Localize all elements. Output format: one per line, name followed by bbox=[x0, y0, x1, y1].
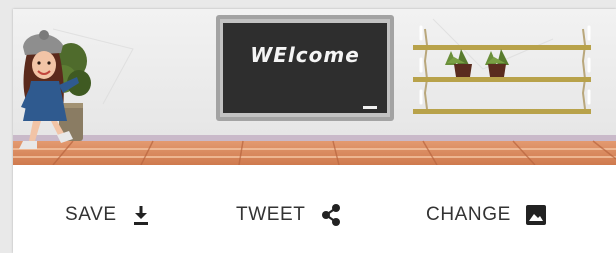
change-label: CHANGE bbox=[426, 204, 511, 225]
action-toolbar: SAVE TWEET CHANGE bbox=[13, 165, 616, 253]
share-icon bbox=[321, 204, 340, 226]
chalkboard bbox=[216, 15, 394, 121]
tweet-label: TWEET bbox=[236, 204, 306, 225]
chalkboard-welcome-text: WElcome bbox=[250, 43, 360, 67]
image-icon bbox=[525, 205, 546, 225]
classroom-banner: WElcome bbox=[13, 9, 616, 165]
change-button[interactable]: CHANGE bbox=[426, 201, 547, 229]
bitmoji-classroom-card: WElcome SAVE TWEET CHANGE bbox=[13, 9, 616, 253]
save-button[interactable]: SAVE bbox=[65, 201, 151, 229]
classroom-scene bbox=[13, 9, 616, 165]
wooden-floor bbox=[13, 140, 616, 165]
tweet-button[interactable]: TWEET bbox=[236, 201, 342, 229]
baseboard bbox=[13, 135, 616, 141]
save-label: SAVE bbox=[65, 204, 117, 225]
download-icon bbox=[133, 206, 148, 225]
